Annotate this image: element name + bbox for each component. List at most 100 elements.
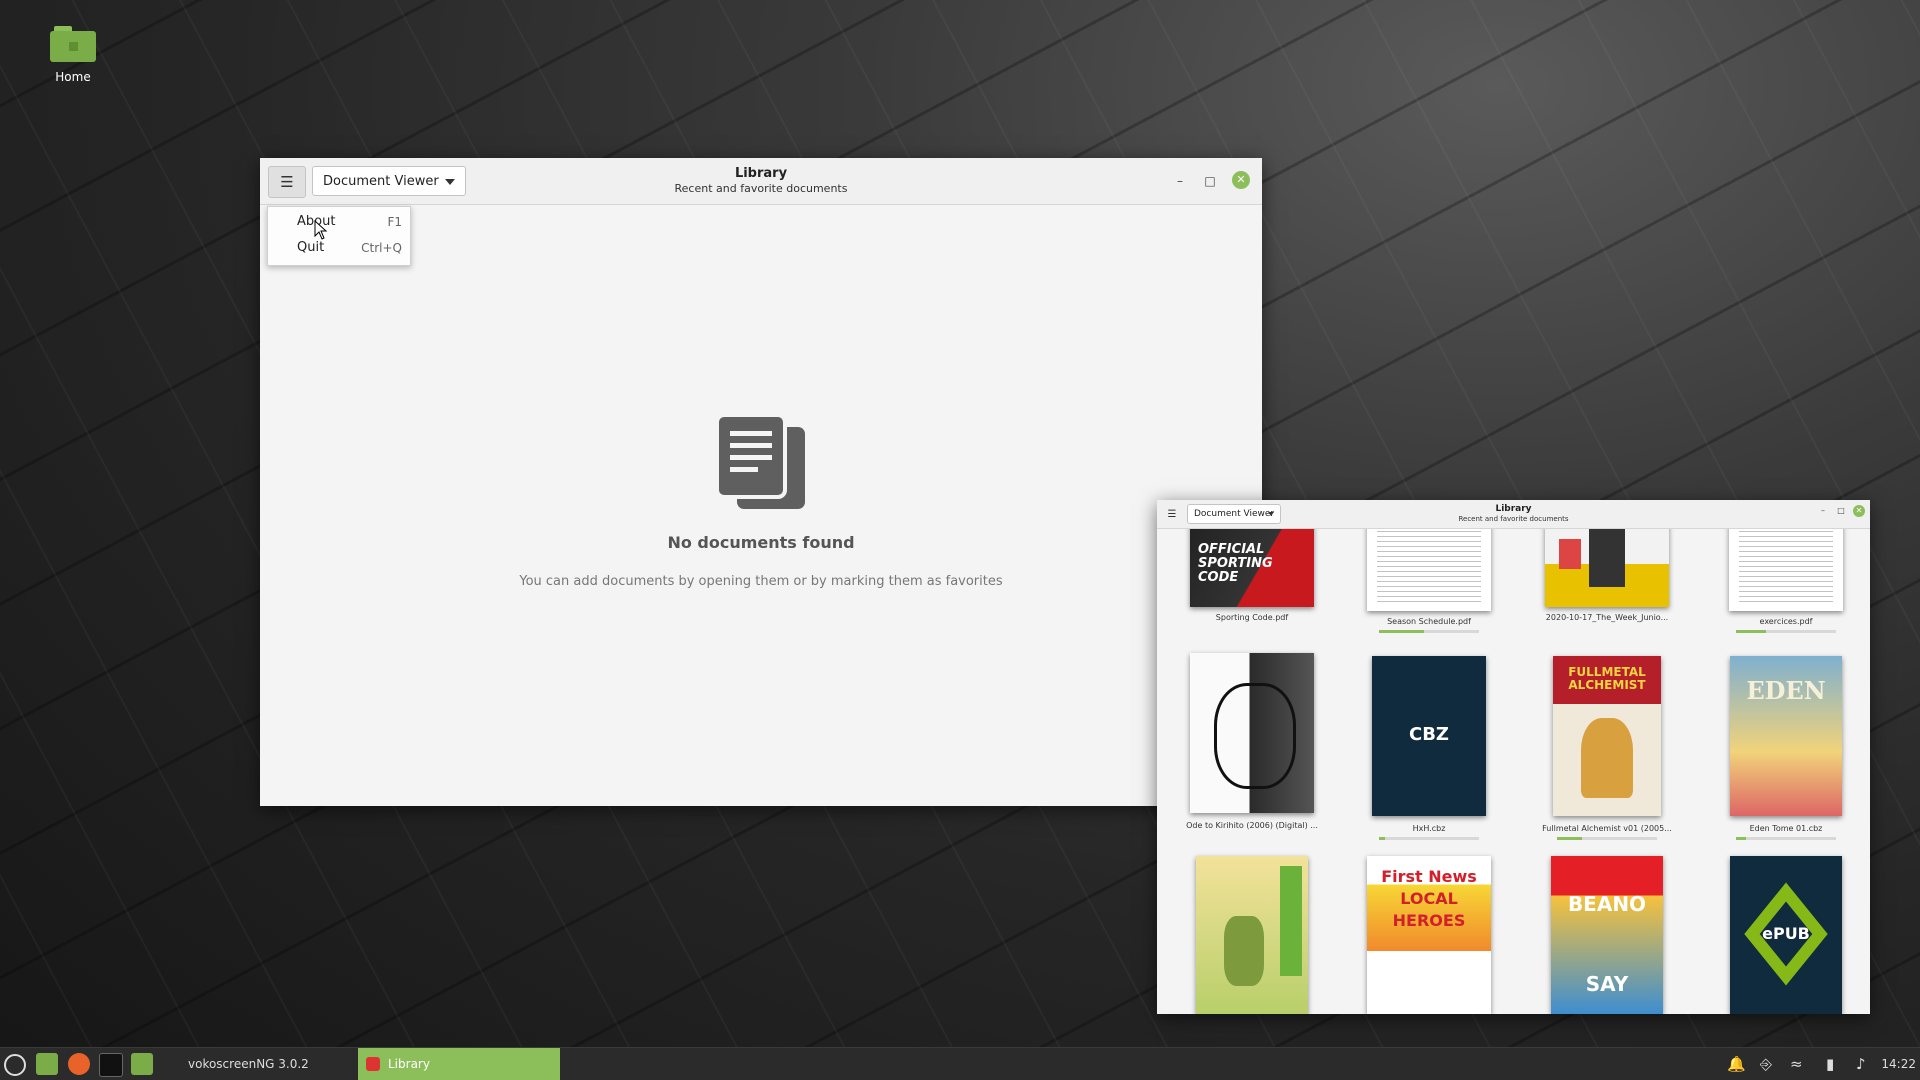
empty-state: No documents found You can add documents… — [260, 413, 1262, 589]
document-tile[interactable]: ePUB — [1711, 856, 1861, 1014]
document-tile[interactable]: EDEN Eden Tome 01.cbz — [1711, 656, 1861, 840]
document-tile[interactable]: 2020-10-17_The_Week_Junio... — [1532, 529, 1682, 622]
document-cover — [1196, 856, 1308, 1014]
document-cover — [1190, 653, 1314, 813]
document-cover: BEANO SAY CHEESE! — [1551, 856, 1663, 1014]
window-title: Library — [734, 166, 788, 181]
reading-progress — [1557, 837, 1657, 840]
document-name: exercices.pdf — [1759, 617, 1813, 626]
cover-text: BEANO SAY CHEESE! — [1567, 892, 1647, 996]
cover-text: FULLMETAL ALCHEMIST — [1568, 665, 1646, 692]
document-cover: OFFICIAL SPORTING CODE — [1190, 529, 1314, 607]
maximize-button[interactable]: □ — [1201, 172, 1219, 190]
progress-fill — [1736, 837, 1746, 840]
cover-text: OFFICIAL SPORTING CODE — [1198, 542, 1273, 585]
cover-text: First News LOCAL HEROES — [1381, 867, 1477, 930]
window-title: Library — [1495, 504, 1532, 514]
reading-progress — [1736, 630, 1836, 633]
menu-item-quit[interactable]: Quit Ctrl+Q — [268, 236, 410, 260]
battery-icon[interactable]: ▮ — [1826, 1055, 1834, 1073]
files-icon[interactable] — [131, 1053, 153, 1075]
notifications-icon[interactable]: 🔔 — [1727, 1055, 1746, 1073]
minimize-icon: – — [1821, 506, 1825, 515]
home-folder-icon — [50, 26, 96, 62]
task-library[interactable]: Library — [358, 1048, 560, 1080]
clock[interactable]: 14:22 — [1881, 1057, 1916, 1071]
reading-progress — [1379, 837, 1479, 840]
document-name: Fullmetal Alchemist v01 (2005... — [1542, 824, 1672, 833]
document-viewer-icon — [366, 1057, 380, 1071]
maximize-icon: □ — [1837, 506, 1845, 515]
app-menu-popover: About F1 Quit Ctrl+Q — [267, 206, 411, 266]
reading-progress — [1379, 630, 1479, 633]
headerbar: ☰ Document Viewer Library Recent and fav… — [1157, 500, 1870, 529]
close-icon: ✕ — [1236, 173, 1246, 186]
document-tile[interactable] — [1177, 856, 1327, 1014]
task-vokoscreen[interactable]: vokoscreenNG 3.0.2 — [160, 1048, 356, 1080]
document-tile[interactable]: Season Schedule.pdf — [1354, 529, 1504, 633]
minimize-icon: – — [1177, 174, 1183, 188]
desktop-home-label: Home — [55, 70, 91, 84]
window-title-block: Library Recent and favorite documents — [1157, 504, 1870, 523]
progress-fill — [1379, 630, 1424, 633]
minimize-button[interactable]: – — [1171, 172, 1189, 190]
progress-fill — [1557, 837, 1582, 840]
menu-item-accelerator: Ctrl+Q — [361, 241, 402, 255]
document-cover: ePUB — [1730, 856, 1842, 1014]
task-label: vokoscreenNG 3.0.2 — [188, 1057, 309, 1071]
close-icon: ✕ — [1855, 506, 1863, 515]
cover-text: EDEN — [1746, 676, 1826, 705]
document-name: Season Schedule.pdf — [1387, 617, 1471, 626]
wifi-icon[interactable]: ≈ — [1790, 1055, 1803, 1073]
window-title-block: Library Recent and favorite documents — [260, 166, 1262, 195]
headerbar: ☰ Document Viewer Library Recent and fav… — [260, 158, 1262, 205]
documents-icon — [715, 413, 805, 509]
close-button[interactable]: ✕ — [1853, 505, 1865, 517]
bluetooth-icon[interactable]: ⎆ — [1760, 1055, 1772, 1073]
document-tile[interactable]: BEANO SAY CHEESE! — [1532, 856, 1682, 1014]
mouse-cursor-icon — [314, 220, 328, 240]
menu-icon[interactable] — [4, 1054, 26, 1076]
document-tile[interactable]: exercices.pdf — [1711, 529, 1861, 633]
show-desktop-icon[interactable] — [36, 1053, 58, 1075]
document-name: Ode to Kirihito (2006) (Digital) ... — [1186, 821, 1318, 830]
document-tile[interactable]: First News LOCAL HEROES — [1354, 856, 1504, 1014]
document-tile[interactable]: CBZ HxH.cbz — [1354, 656, 1504, 840]
document-name: 2020-10-17_The_Week_Junio... — [1545, 613, 1669, 622]
document-cover: FULLMETAL ALCHEMIST — [1553, 656, 1661, 816]
document-cover: First News LOCAL HEROES — [1367, 856, 1491, 1014]
empty-subtext: You can add documents by opening them or… — [519, 574, 1003, 589]
taskbar: vokoscreenNG 3.0.2 Library 🔔 ⎆ ≈ ▮ ♪ 14:… — [0, 1047, 1920, 1080]
reading-progress — [1736, 837, 1836, 840]
volume-icon[interactable]: ♪ — [1856, 1055, 1866, 1073]
document-cover — [1545, 529, 1669, 607]
document-name: Sporting Code.pdf — [1215, 613, 1289, 622]
document-name: Eden Tome 01.cbz — [1749, 824, 1823, 833]
menu-item-about[interactable]: About F1 — [268, 210, 410, 234]
desktop-home-icon[interactable]: Home — [40, 26, 106, 84]
cover-text: CBZ — [1409, 724, 1449, 745]
menu-item-label: Quit — [297, 240, 325, 255]
document-grid: OFFICIAL SPORTING CODE Sporting Code.pdf… — [1157, 529, 1870, 1014]
window-subtitle: Recent and favorite documents — [674, 182, 848, 195]
document-tile[interactable]: Ode to Kirihito (2006) (Digital) ... — [1177, 653, 1327, 830]
document-cover — [1367, 529, 1491, 611]
maximize-button[interactable]: □ — [1835, 505, 1847, 517]
document-name: HxH.cbz — [1412, 824, 1446, 833]
empty-heading: No documents found — [667, 533, 855, 552]
document-cover: CBZ — [1372, 656, 1486, 816]
document-cover — [1729, 529, 1843, 611]
cover-text: ePUB — [1762, 924, 1810, 943]
close-button[interactable]: ✕ — [1232, 171, 1250, 189]
progress-fill — [1379, 837, 1385, 840]
document-cover: EDEN — [1730, 656, 1842, 816]
document-tile[interactable]: FULLMETAL ALCHEMIST Fullmetal Alchemist … — [1532, 656, 1682, 840]
progress-fill — [1736, 630, 1766, 633]
menu-item-accelerator: F1 — [387, 215, 402, 229]
library-window-secondary: ☰ Document Viewer Library Recent and fav… — [1157, 500, 1870, 1014]
minimize-button[interactable]: – — [1817, 505, 1829, 517]
firefox-icon[interactable] — [68, 1053, 90, 1075]
terminal-icon[interactable] — [99, 1053, 123, 1077]
task-label: Library — [388, 1057, 430, 1071]
document-tile[interactable]: OFFICIAL SPORTING CODE Sporting Code.pdf — [1177, 529, 1327, 622]
